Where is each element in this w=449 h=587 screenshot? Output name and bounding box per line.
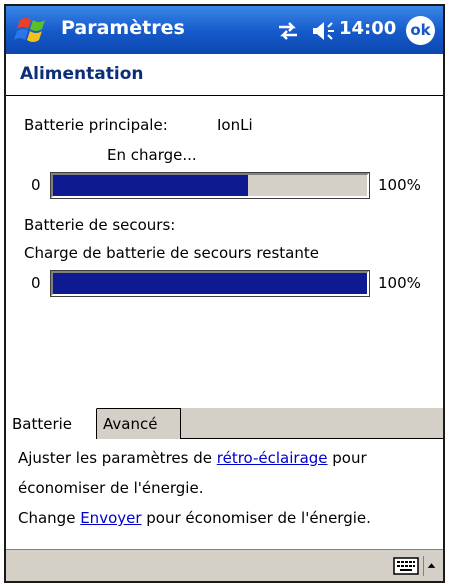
info-area: Ajuster les paramètres de rétro-éclairag… xyxy=(6,439,443,549)
info-text: Change xyxy=(18,509,81,527)
page-title: Alimentation xyxy=(20,64,144,84)
tab-avance[interactable]: Avancé xyxy=(97,408,181,439)
page-header: Alimentation xyxy=(6,54,443,96)
main-battery-label: Batterie principale: xyxy=(24,116,168,134)
keyboard-icon[interactable] xyxy=(393,557,419,575)
backup-battery-label: Batterie de secours: xyxy=(24,216,176,234)
title-bar: Paramètres 14:00 ok xyxy=(6,6,443,54)
info-line-backlight: Ajuster les paramètres de rétro-éclairag… xyxy=(18,449,367,467)
command-bar xyxy=(6,549,443,581)
volume-icon[interactable] xyxy=(310,19,336,43)
main-battery-type: IonLi xyxy=(217,116,253,134)
sip-arrow-up-icon[interactable] xyxy=(423,556,439,576)
info-line-save-energy: économiser de l'énergie. xyxy=(18,479,204,497)
main-battery-progress-bar xyxy=(51,173,369,198)
main-battery-progress-fill xyxy=(53,175,248,196)
app-title[interactable]: Paramètres xyxy=(61,17,185,39)
backup-battery-min-label: 0 xyxy=(31,274,41,292)
clock[interactable]: 14:00 xyxy=(339,18,396,39)
windows-start-icon[interactable] xyxy=(12,12,52,48)
main-battery-min-label: 0 xyxy=(31,176,41,194)
beam-link[interactable]: Envoyer xyxy=(80,509,141,527)
tab-strip: Batterie Avancé xyxy=(6,408,443,440)
info-text: Ajuster les paramètres de xyxy=(18,449,217,467)
info-line-beam: Change Envoyer pour économiser de l'éner… xyxy=(18,509,371,527)
ok-button[interactable]: ok xyxy=(406,16,435,45)
backup-battery-description: Charge de batterie de secours restante xyxy=(24,244,319,262)
backup-battery-progress-fill xyxy=(53,273,367,294)
pocket-pc-screen: Paramètres 14:00 ok Alimentation Batteri… xyxy=(4,4,445,583)
info-text: pour économiser de l'énergie. xyxy=(141,509,371,527)
tab-batterie[interactable]: Batterie xyxy=(6,408,97,440)
backup-battery-progress-bar xyxy=(51,271,369,296)
backup-battery-max-label: 100% xyxy=(378,274,421,292)
main-battery-status: En charge... xyxy=(107,146,197,164)
backlight-link[interactable]: rétro-éclairage xyxy=(217,449,328,467)
info-text: pour xyxy=(327,449,367,467)
main-battery-max-label: 100% xyxy=(378,176,421,194)
sync-icon[interactable] xyxy=(276,20,300,42)
